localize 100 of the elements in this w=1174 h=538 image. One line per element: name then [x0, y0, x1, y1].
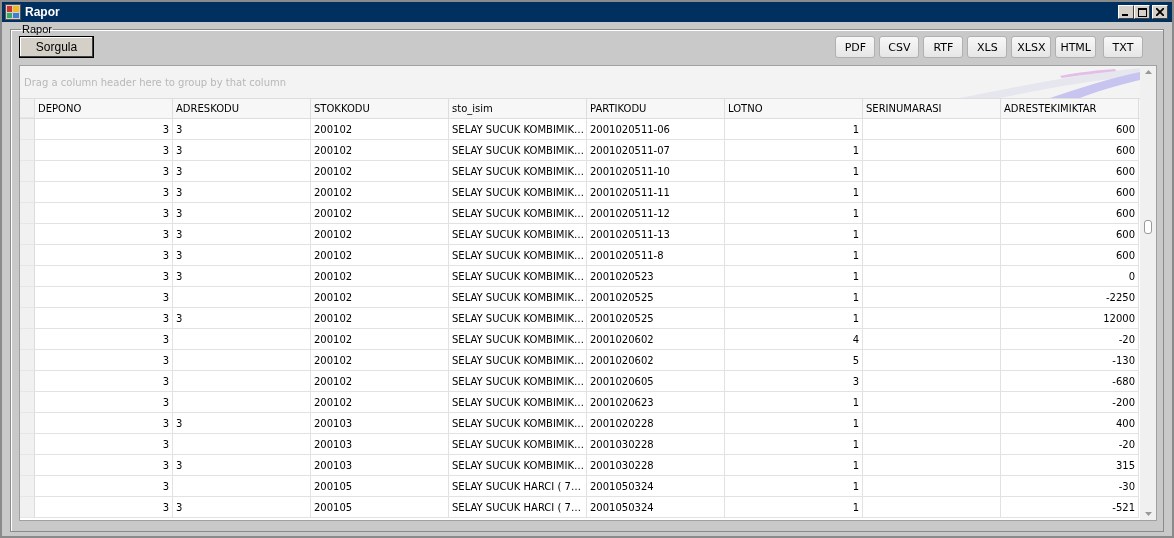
close-icon: [1156, 8, 1164, 16]
export-button[interactable]: HTML: [1055, 36, 1096, 58]
table-cell: -20: [1001, 329, 1139, 350]
table-cell: 1: [725, 140, 863, 161]
row-indicator[interactable]: [20, 434, 35, 455]
table-cell: 1: [725, 203, 863, 224]
row-indicator[interactable]: [20, 329, 35, 350]
table-cell: 200103: [311, 455, 449, 476]
table-cell: 3: [173, 308, 311, 329]
table-cell: 200102: [311, 329, 449, 350]
table-cell: 2001020523: [587, 266, 725, 287]
table-cell: 600: [1001, 245, 1139, 266]
group-title: Rapor: [21, 24, 53, 34]
table-cell: 2001020511-8: [587, 245, 725, 266]
table-cell: SELAY SUCUK KOMBIMIK…: [449, 224, 587, 245]
row-indicator[interactable]: [20, 266, 35, 287]
table-cell: 200103: [311, 434, 449, 455]
table-cell: SELAY SUCUK KOMBIMIK…: [449, 245, 587, 266]
column-header[interactable]: ADRESKODU: [173, 99, 311, 118]
export-button[interactable]: XLS: [967, 36, 1008, 58]
row-indicator[interactable]: [20, 203, 35, 224]
column-header[interactable]: PARTIKODU: [587, 99, 725, 118]
table-cell: 3: [173, 182, 311, 203]
close-button[interactable]: [1152, 5, 1168, 19]
table-cell: 3: [35, 245, 173, 266]
table-cell: -30: [1001, 476, 1139, 497]
table-cell: 200102: [311, 119, 449, 140]
table-cell: 2001020228: [587, 413, 725, 434]
table-cell: 2001020511-07: [587, 140, 725, 161]
minimize-button[interactable]: [1118, 5, 1134, 19]
table-cell: 600: [1001, 119, 1139, 140]
row-indicator[interactable]: [20, 413, 35, 434]
row-indicator[interactable]: [20, 371, 35, 392]
row-indicator[interactable]: [20, 224, 35, 245]
row-indicator[interactable]: [20, 497, 35, 518]
scroll-down-icon[interactable]: [1144, 512, 1152, 516]
export-button[interactable]: PDF: [835, 36, 876, 58]
row-indicator[interactable]: [20, 455, 35, 476]
table-cell: 2001020623: [587, 392, 725, 413]
table-cell: 2001030228: [587, 434, 725, 455]
table-cell: 2001020605: [587, 371, 725, 392]
column-header[interactable]: LOTNO: [725, 99, 863, 118]
export-button[interactable]: TXT: [1103, 36, 1143, 58]
table-cell: 3: [35, 476, 173, 497]
table-cell: 3: [35, 203, 173, 224]
table-cell: 1: [725, 476, 863, 497]
table-cell: SELAY SUCUK KOMBIMIK…: [449, 434, 587, 455]
table-cell: SELAY SUCUK KOMBIMIK…: [449, 266, 587, 287]
query-button[interactable]: Sorgula: [19, 36, 94, 58]
table-cell: SELAY SUCUK KOMBIMIK…: [449, 119, 587, 140]
column-header[interactable]: SERINUMARASI: [863, 99, 1001, 118]
row-indicator[interactable]: [20, 245, 35, 266]
scrollbar[interactable]: [1140, 66, 1156, 520]
table-cell: 3: [173, 245, 311, 266]
table-cell: 3: [35, 455, 173, 476]
export-button[interactable]: CSV: [879, 36, 920, 58]
table-cell: 3: [173, 413, 311, 434]
table-cell: 600: [1001, 203, 1139, 224]
table-cell: SELAY SUCUK KOMBIMIK…: [449, 329, 587, 350]
table-cell: 200102: [311, 245, 449, 266]
row-indicator[interactable]: [20, 119, 35, 140]
row-indicator[interactable]: [20, 476, 35, 497]
table-cell: SELAY SUCUK HARCI ( 7…: [449, 497, 587, 518]
table-cell: SELAY SUCUK KOMBIMIK…: [449, 371, 587, 392]
export-button[interactable]: RTF: [923, 36, 964, 58]
table-cell: 3: [173, 497, 311, 518]
table-cell: 600: [1001, 161, 1139, 182]
scroll-thumb[interactable]: [1144, 220, 1152, 234]
scroll-up-icon[interactable]: [1144, 70, 1152, 74]
table-cell: 2001020511-13: [587, 224, 725, 245]
table-cell: 400: [1001, 413, 1139, 434]
table-cell: 2001020511-12: [587, 203, 725, 224]
table-cell: 600: [1001, 224, 1139, 245]
table-cell: 3: [35, 161, 173, 182]
table-cell: 3: [35, 287, 173, 308]
export-button[interactable]: XLSX: [1011, 36, 1052, 58]
row-indicator[interactable]: [20, 140, 35, 161]
table-cell: 200105: [311, 497, 449, 518]
row-indicator[interactable]: [20, 182, 35, 203]
table-cell: 5: [725, 350, 863, 371]
maximize-icon: [1137, 7, 1147, 17]
row-indicator[interactable]: [20, 392, 35, 413]
table-cell: 3: [35, 497, 173, 518]
maximize-button[interactable]: [1134, 5, 1150, 19]
column-header[interactable]: STOKKODU: [311, 99, 449, 118]
table-cell: 200102: [311, 350, 449, 371]
row-indicator[interactable]: [20, 287, 35, 308]
table-cell: 1: [725, 434, 863, 455]
column-header[interactable]: ADRESTEKIMIKTAR: [1001, 99, 1139, 118]
column-header[interactable]: sto_isim: [449, 99, 587, 118]
table-cell: 1: [725, 455, 863, 476]
column-header[interactable]: DEPONO: [35, 99, 173, 118]
table-cell: 200103: [311, 413, 449, 434]
table-cell: 1: [725, 308, 863, 329]
row-indicator[interactable]: [20, 308, 35, 329]
table-cell: 3: [173, 203, 311, 224]
table-cell: 3: [35, 329, 173, 350]
row-indicator[interactable]: [20, 350, 35, 371]
table-cell: SELAY SUCUK HARCI ( 7…: [449, 476, 587, 497]
row-indicator[interactable]: [20, 161, 35, 182]
